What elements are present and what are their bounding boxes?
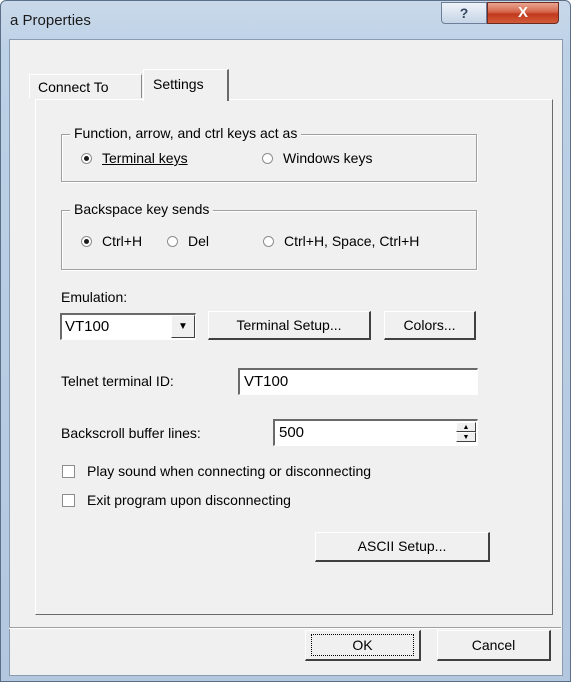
play-sound-checkbox-box [62,465,75,478]
emulation-label: Emulation: [61,289,128,305]
exit-program-checkbox-box [62,494,75,507]
play-sound-checkbox[interactable]: Play sound when connecting or disconnect… [62,463,371,479]
tab-connect-to-label: Connect To [38,79,109,95]
ok-focus-rect [311,634,414,656]
window-title: a Properties [10,12,91,29]
backscroll-buffer-lines-label: Backscroll buffer lines: [61,425,201,441]
exit-program-checkbox-label: Exit program upon disconnecting [87,492,291,508]
exit-program-checkbox[interactable]: Exit program upon disconnecting [62,492,291,508]
emulation-select[interactable]: VT100 ▼ [60,313,196,340]
emulation-select-value: VT100 [65,318,110,335]
play-sound-checkbox-label: Play sound when connecting or disconnect… [87,463,372,479]
footer-separator [9,627,561,629]
radio-ctrl-h-indicator [81,236,92,247]
ascii-setup-button[interactable]: ASCII Setup... [315,532,490,562]
keys-group-legend: Function, arrow, and ctrl keys act as [70,125,302,141]
colors-button[interactable]: Colors... [384,311,476,340]
spin-down-icon[interactable]: ▼ [456,432,476,442]
radio-ctrl-h[interactable]: Ctrl+H [81,233,142,249]
radio-del-label: Del [188,233,210,249]
radio-terminal-keys-label: Terminal keys [102,150,188,166]
spin-buttons[interactable]: ▲ ▼ [456,422,476,443]
radio-ctrl-h-space-ctrl-h-label: Ctrl+H, Space, Ctrl+H [284,233,420,249]
tab-settings-label: Settings [153,76,204,92]
spin-up-icon[interactable]: ▲ [456,422,476,432]
tab-connect-to[interactable]: Connect To [29,74,142,98]
radio-ctrl-h-label: Ctrl+H [102,233,143,249]
radio-del-indicator [167,236,178,247]
telnet-terminal-id-label: Telnet terminal ID: [61,373,174,389]
radio-windows-keys-indicator [262,153,273,164]
radio-terminal-keys[interactable]: Terminal keys [81,150,188,166]
radio-ctrl-h-space-ctrl-h-indicator [263,236,274,247]
radio-del[interactable]: Del [167,233,209,249]
backspace-group-legend: Backspace key sends [70,201,214,217]
telnet-terminal-id-input[interactable]: VT100 [238,368,478,395]
radio-ctrl-h-space-ctrl-h[interactable]: Ctrl+H, Space, Ctrl+H [263,233,419,249]
radio-windows-keys[interactable]: Windows keys [262,150,372,166]
backscroll-buffer-lines-input[interactable]: 500 ▲ ▼ [273,419,478,446]
help-button[interactable]: ? [441,2,487,24]
title-bar[interactable]: a Properties ? X [1,1,570,39]
ok-button[interactable]: OK [305,630,421,661]
close-button[interactable]: X [487,2,559,24]
tab-settings[interactable]: Settings [143,69,229,101]
terminal-setup-button[interactable]: Terminal Setup... [208,311,371,340]
cancel-button[interactable]: Cancel [437,630,551,661]
radio-terminal-keys-indicator [81,153,92,164]
radio-windows-keys-label: Windows keys [283,150,373,166]
chevron-down-icon[interactable]: ▼ [171,315,195,338]
backscroll-buffer-lines-value: 500 [279,424,305,441]
